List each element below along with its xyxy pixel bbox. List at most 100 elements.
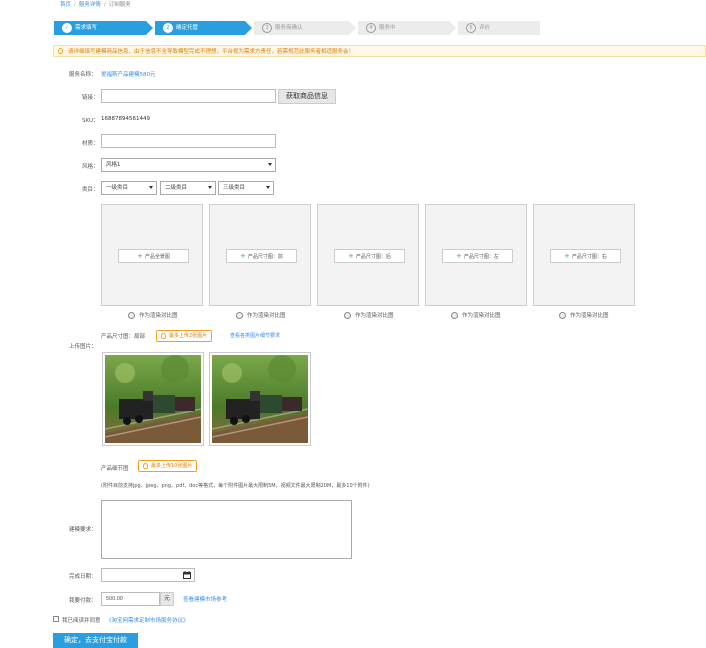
requirements-label: 建模要求：	[69, 527, 97, 533]
link-input[interactable]	[101, 89, 276, 103]
step-label: 服务商确认	[275, 25, 303, 31]
radio-icon	[236, 312, 243, 319]
detail-max-upload-tip: 最多上传10张图片	[138, 460, 198, 472]
dimension-partial-label: 产品尺寸图：局部	[101, 334, 146, 340]
step-label: 评价	[479, 25, 491, 31]
step-5: 5 评价	[458, 21, 540, 35]
link-label: 链接：	[82, 95, 99, 101]
agreement-checkbox[interactable]	[53, 616, 59, 622]
render-compare-radio-1[interactable]: 作为渲染对比图	[128, 311, 178, 319]
train-photo-icon	[212, 355, 308, 443]
category-level1-select[interactable]: 一级类目	[101, 181, 157, 195]
completion-date-label: 完成日期：	[69, 574, 97, 580]
step-check-icon: ✓	[62, 22, 72, 33]
radio-label: 作为渲染对比图	[462, 313, 501, 319]
step-arrow	[245, 21, 252, 35]
plus-icon: +	[240, 252, 246, 260]
chevron-down-icon	[149, 186, 153, 189]
style-select[interactable]: 风格1	[101, 158, 276, 172]
material-input[interactable]	[101, 134, 276, 148]
image-slot-right[interactable]: + 产品尺寸图：右	[533, 204, 635, 306]
select-value: 三级类目	[223, 185, 246, 191]
radio-icon	[451, 312, 458, 319]
upload-button[interactable]: + 产品尺寸图：左	[442, 249, 513, 263]
image-slot-front[interactable]: + 产品尺寸图：前	[209, 204, 311, 306]
image-slot-left[interactable]: + 产品尺寸图：左	[425, 204, 527, 306]
payment-input[interactable]	[101, 592, 160, 606]
render-compare-radio-5[interactable]: 作为渲染对比图	[559, 311, 609, 319]
upload-label: 产品尺寸图：后	[355, 254, 391, 260]
lightbulb-icon	[161, 333, 166, 339]
notice-bar: 请详细填写建模商品信息，由于信息不全导致模型完成不理想，平台视为需求方责任，若需…	[53, 45, 706, 57]
completion-date-input[interactable]	[101, 568, 195, 582]
attachment-note: (附件目前支持jpg、jpeg、png、pdf、doc等格式，每个附件图片最大限…	[101, 483, 370, 489]
select-value: 二级类目	[165, 185, 188, 191]
category-level3-select[interactable]: 三级类目	[218, 181, 274, 195]
upload-label: 上传图片：	[69, 344, 97, 350]
agreement-text: 我已阅读并同意	[62, 618, 101, 624]
service-name[interactable]: 爱福斯产品建模580元	[101, 70, 156, 78]
step-label: 需求填写	[75, 25, 98, 31]
tip-text: 最多上传10张图片	[151, 463, 193, 469]
category-level2-select[interactable]: 二级类目	[160, 181, 216, 195]
style-select-value: 风格1	[106, 162, 121, 168]
train-photo-icon	[105, 355, 201, 443]
step-2: 2 确定托管	[155, 21, 245, 35]
uploaded-thumbnail-2[interactable]	[209, 352, 311, 446]
material-label: 材质：	[82, 141, 99, 147]
step-1: ✓ 需求填写	[54, 21, 146, 35]
plus-icon: +	[456, 252, 462, 260]
image-requirements-link[interactable]: 查看各类图片细节要求	[230, 332, 280, 339]
upload-button[interactable]: + 产品全景图	[118, 249, 189, 263]
lightbulb-icon	[58, 48, 63, 54]
radio-icon	[559, 312, 566, 319]
max-upload-tip: 最多上传2张图片	[156, 330, 213, 342]
style-label: 风格：	[82, 164, 99, 170]
breadcrumb: 首页 / 服务详情 / 订制服务	[60, 2, 131, 8]
upload-button[interactable]: + 产品尺寸图：右	[550, 249, 621, 263]
radio-icon	[344, 312, 351, 319]
breadcrumb-detail[interactable]: 服务详情	[79, 2, 101, 8]
requirements-textarea[interactable]	[101, 500, 352, 559]
breadcrumb-home[interactable]: 首页	[60, 2, 71, 8]
upload-label: 产品全景图	[144, 254, 170, 260]
upload-button[interactable]: + 产品尺寸图：前	[226, 249, 297, 263]
sku-label: SKU：	[82, 118, 99, 124]
step-4: 4 服务中	[358, 21, 449, 35]
step-3: 3 服务商确认	[254, 21, 349, 35]
submit-pay-button[interactable]: 确定，去支付宝付款	[53, 633, 138, 648]
chevron-down-icon	[268, 163, 272, 166]
upload-label: 产品尺寸图：右	[571, 254, 607, 260]
radio-label: 作为渲染对比图	[570, 313, 609, 319]
progress-steps: ✓ 需求填写 2 确定托管 3 服务商确认 4 服务中 5 评价	[54, 21, 540, 35]
lightbulb-icon	[143, 463, 148, 469]
payment-label: 我要付款：	[69, 598, 97, 604]
radio-label: 作为渲染对比图	[247, 313, 286, 319]
uploaded-thumbnail-1[interactable]	[102, 352, 204, 446]
radio-label: 作为渲染对比图	[355, 313, 394, 319]
step-label: 服务中	[379, 25, 396, 31]
upload-button[interactable]: + 产品尺寸图：后	[334, 249, 405, 263]
agreement-link[interactable]: 《淘宝网需求定制市场服务协议》	[106, 616, 189, 624]
render-compare-radio-4[interactable]: 作为渲染对比图	[451, 311, 501, 319]
image-slot-panorama[interactable]: + 产品全景图	[101, 204, 203, 306]
image-slot-back[interactable]: + 产品尺寸图：后	[317, 204, 419, 306]
render-compare-radio-2[interactable]: 作为渲染对比图	[236, 311, 286, 319]
service-label: 服务名称：	[69, 72, 97, 78]
plus-icon: +	[348, 252, 354, 260]
notice-text: 请详细填写建模商品信息，由于信息不全导致模型完成不理想，平台视为需求方责任，若需…	[68, 49, 355, 55]
plus-icon: +	[137, 252, 143, 260]
breadcrumb-current: 订制服务	[108, 2, 131, 8]
calendar-icon[interactable]	[183, 571, 191, 579]
tip-text: 最多上传2张图片	[169, 333, 208, 339]
render-compare-radio-3[interactable]: 作为渲染对比图	[344, 311, 394, 319]
chevron-down-icon	[208, 186, 212, 189]
fetch-product-button[interactable]: 获取商品信息	[278, 89, 336, 104]
pricing-reference-link[interactable]: 查看建模市场参考	[183, 595, 227, 603]
select-value: 一级类目	[106, 185, 129, 191]
step-arrow	[146, 21, 153, 35]
plus-icon: +	[564, 252, 570, 260]
step-label: 确定托管	[176, 25, 199, 31]
chevron-down-icon	[266, 186, 270, 189]
radio-label: 作为渲染对比图	[139, 313, 178, 319]
